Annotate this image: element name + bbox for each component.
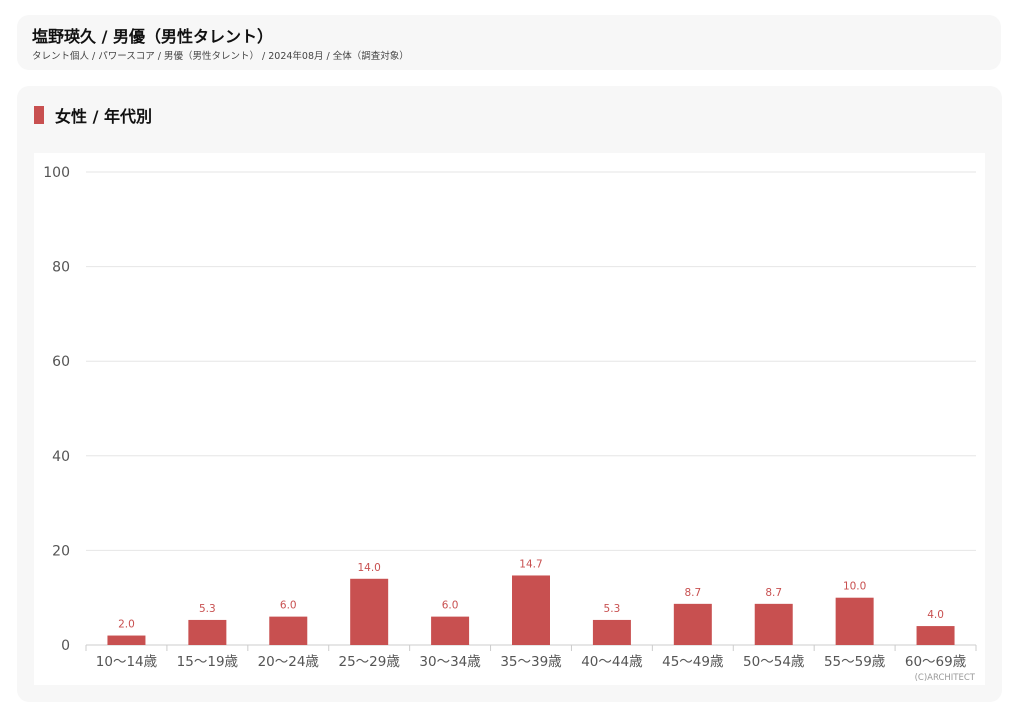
bar (673, 603, 712, 645)
copyright: (C)ARCHITECT (914, 673, 975, 683)
y-tick-label: 100 (43, 165, 70, 181)
bar (754, 603, 793, 645)
y-tick-label: 40 (52, 449, 70, 465)
section-marker (34, 106, 44, 124)
header-card: 塩野瑛久 / 男優（男性タレント） タレント個人 / パワースコア / 男優（男… (17, 15, 1001, 70)
bar (592, 619, 631, 645)
y-tick-label: 60 (52, 354, 70, 370)
plot-area: 0 20 40 60 80 100 2.0 10〜14歳 5.3 15〜19歳 6.0 20〜24歳 1… (34, 153, 985, 685)
x-tick-label: 15〜19歳 (177, 654, 239, 670)
x-tick-label: 25〜29歳 (339, 654, 401, 670)
breadcrumb: タレント個人 / パワースコア / 男優（男性タレント） / 2024年08月 … (32, 51, 409, 62)
x-tick-label: 40〜44歳 (581, 654, 643, 670)
data-label: 5.3 (604, 603, 621, 615)
bar (431, 616, 470, 645)
data-label: 8.7 (765, 587, 782, 599)
data-label: 4.0 (927, 609, 944, 621)
data-label: 6.0 (442, 600, 459, 612)
bar (269, 616, 308, 645)
bar (107, 635, 146, 645)
data-label: 8.7 (684, 587, 701, 599)
data-label: 14.7 (519, 558, 542, 570)
x-tick-label: 50〜54歳 (743, 654, 805, 670)
x-tick-label: 10〜14歳 (96, 654, 158, 670)
bar (350, 578, 389, 645)
x-tick-label: 60〜69歳 (905, 654, 967, 670)
data-label: 6.0 (280, 600, 297, 612)
x-tick-label: 20〜24歳 (258, 654, 320, 670)
x-tick-label: 30〜34歳 (419, 654, 481, 670)
data-label: 10.0 (843, 581, 866, 593)
bar-chart: 0 20 40 60 80 100 2.0 10〜14歳 5.3 15〜19歳 6.0 20〜24歳 1… (43, 165, 977, 670)
chart-card: 女性 / 年代別 0 20 40 60 80 100 2.0 10〜14歳 5.3 15〜19歳 6… (17, 86, 1002, 702)
page-title: 塩野瑛久 / 男優（男性タレント） (32, 27, 273, 46)
bar (512, 575, 550, 645)
bar (916, 626, 955, 645)
x-tick-label: 35〜39歳 (500, 654, 562, 670)
data-label: 5.3 (199, 603, 216, 615)
bar (188, 619, 227, 645)
bar (835, 597, 874, 645)
section-title: 女性 / 年代別 (55, 107, 152, 126)
y-tick-label: 20 (52, 543, 70, 559)
x-tick-label: 45〜49歳 (662, 654, 724, 670)
y-tick-label: 80 (52, 260, 70, 276)
y-tick-label: 0 (61, 638, 70, 654)
x-tick-label: 55〜59歳 (824, 654, 886, 670)
data-label: 14.0 (357, 562, 380, 574)
data-label: 2.0 (118, 619, 135, 631)
